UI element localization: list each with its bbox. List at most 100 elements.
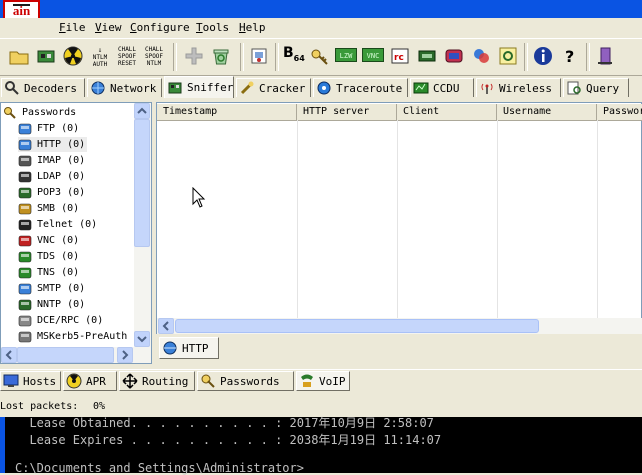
tree-scroll-right[interactable] — [117, 347, 133, 363]
tree-item-vnc[interactable]: VNC (0) — [18, 233, 79, 248]
tree-item-count: (0) — [61, 251, 80, 262]
tree-item-pop3[interactable]: POP3 (0) — [18, 185, 85, 200]
exit-icon[interactable] — [594, 45, 616, 67]
svg-text:rc: rc — [394, 53, 404, 63]
certificate-icon[interactable] — [248, 45, 270, 67]
tree-item-telnet[interactable]: Telnet (0) — [18, 217, 97, 232]
open-folder-icon[interactable] — [8, 45, 30, 67]
tab-sniffer[interactable]: Sniffer — [164, 76, 234, 98]
tree-item-label: FTP — [37, 123, 56, 134]
grid-column-line — [497, 120, 498, 318]
tab-passwords[interactable]: Passwords — [197, 371, 294, 391]
radiation-icon[interactable] — [62, 45, 84, 67]
col-http-server[interactable]: HTTP server — [297, 104, 397, 120]
command-console[interactable]: Lease Obtained. . . . . . . . . . : 2017… — [0, 416, 642, 475]
network-card-icon[interactable] — [35, 45, 57, 67]
tab-network[interactable]: Network — [87, 78, 162, 97]
vnc-icon[interactable]: VNC — [362, 48, 384, 62]
base64-icon[interactable]: B64 — [283, 45, 305, 67]
chip-icon[interactable] — [416, 45, 438, 67]
tree-scroll-thumb[interactable] — [134, 119, 150, 247]
info-icon[interactable] — [532, 45, 554, 67]
tree-scroll-down[interactable] — [134, 331, 150, 347]
key-icon[interactable] — [309, 45, 331, 67]
menu-file[interactable]: File — [59, 21, 86, 34]
col-timestamp[interactable]: Timestamp — [157, 104, 297, 120]
grid-hscroll-thumb[interactable] — [175, 319, 539, 333]
lzw-icon[interactable]: LZW — [335, 48, 357, 62]
locked-note-icon[interactable] — [497, 45, 519, 67]
tab-apr[interactable]: APR — [63, 371, 117, 391]
help-icon[interactable]: ? — [559, 45, 581, 67]
tree-scroll-left[interactable] — [1, 347, 17, 363]
tds-icon — [18, 251, 32, 262]
tab-query[interactable]: Query — [563, 78, 629, 97]
menu-tools[interactable]: Tools — [196, 21, 229, 34]
routing-arrows-icon — [122, 373, 138, 389]
tree-item-label: IMAP — [37, 155, 62, 166]
tree-scroll-up[interactable] — [134, 103, 150, 119]
tree-item-http[interactable]: HTTP (0) — [18, 137, 88, 152]
sniffer-subtab-strip — [156, 336, 642, 364]
tree-item-tns[interactable]: TNS (0) — [18, 265, 79, 280]
tree-item-label: TDS — [37, 251, 56, 262]
tree-item-nntp[interactable]: NNTP (0) — [18, 297, 85, 312]
tab-hosts[interactable]: Hosts — [0, 371, 61, 391]
grid-column-line — [397, 120, 398, 318]
tab-cracker[interactable]: Cracker — [236, 78, 311, 97]
tab-ccdu[interactable]: CCDU — [410, 78, 474, 97]
menu-view[interactable]: View — [95, 21, 122, 34]
tab-decoders[interactable]: Decoders — [1, 78, 85, 97]
tree-item-count: (0) — [85, 315, 104, 326]
tree-hscroll-thumb[interactable] — [17, 347, 114, 363]
recycle-icon[interactable] — [210, 45, 232, 67]
tree-item-smb[interactable]: SMB (0) — [18, 201, 79, 216]
decoders-icon — [5, 81, 19, 95]
col-client[interactable]: Client — [397, 104, 497, 120]
menu-help[interactable]: Help — [239, 21, 266, 34]
tab-routing[interactable]: Routing — [119, 371, 195, 391]
subtab-http[interactable]: HTTP — [159, 337, 219, 359]
hash-icon[interactable] — [470, 45, 492, 67]
tree-item-imap[interactable]: IMAP (0) — [18, 153, 85, 168]
rdp-icon[interactable]: rc — [389, 45, 411, 67]
grid-scroll-left[interactable] — [158, 318, 174, 334]
tree-item-tds[interactable]: TDS (0) — [18, 249, 79, 264]
tab-voip[interactable]: VoIP — [296, 371, 350, 391]
http-icon — [18, 139, 32, 150]
tree-item-count: (0) — [79, 219, 98, 230]
tree-item-count: (0) — [67, 283, 86, 294]
chall-spoof-reset-icon[interactable]: CHALL SPOOF RESET — [116, 46, 138, 67]
http-passwords-grid[interactable] — [156, 102, 642, 334]
cd-icon[interactable] — [443, 45, 465, 67]
add-icon[interactable] — [183, 45, 205, 67]
tns-icon — [18, 267, 32, 278]
tab-wireless[interactable]: Wireless — [476, 78, 561, 97]
tree-horizontal-scrollbar[interactable] — [1, 347, 151, 363]
tree-item-label: SMTP — [37, 283, 62, 294]
tree-item-ftp[interactable]: FTP (0) — [18, 121, 79, 136]
chevron-down-icon — [137, 336, 147, 343]
col-username[interactable]: Username — [497, 104, 597, 120]
tab-traceroute[interactable]: Traceroute — [313, 78, 408, 97]
tree-item-count: (0) — [67, 155, 86, 166]
menu-configure[interactable]: Configure — [130, 21, 190, 34]
ntlm-auth-icon[interactable]: ⇓ NTLM AUTH — [89, 47, 111, 69]
tree-vertical-scrollbar[interactable] — [134, 103, 151, 347]
passwords-tree[interactable]: Passwords FTP (0) HTTP (0) IMAP (0) LDAP (0) POP… — [0, 102, 152, 364]
mouse-cursor-icon — [192, 187, 206, 208]
smb-icon — [18, 203, 32, 214]
imap-icon — [18, 155, 32, 166]
tree-item-ldap[interactable]: LDAP (0) — [18, 169, 85, 184]
lost-packets-label: Lost packets: — [0, 401, 79, 412]
tree-item-dce-rpc[interactable]: DCE/RPC (0) — [18, 313, 103, 328]
tree-root-passwords[interactable]: Passwords — [3, 105, 76, 120]
toolbar-separator — [173, 43, 177, 71]
tree-item-mskerb5-preauth[interactable]: MSKerb5-PreAuth — [18, 329, 133, 344]
chall-spoof-ntlm-icon[interactable]: CHALL SPOOF NTLM — [143, 46, 165, 67]
passwords-key-icon — [201, 374, 215, 388]
telnet-icon — [18, 219, 32, 230]
ccdu-icon — [413, 82, 429, 94]
col-password[interactable]: Passwor — [597, 104, 642, 120]
tree-item-smtp[interactable]: SMTP (0) — [18, 281, 85, 296]
